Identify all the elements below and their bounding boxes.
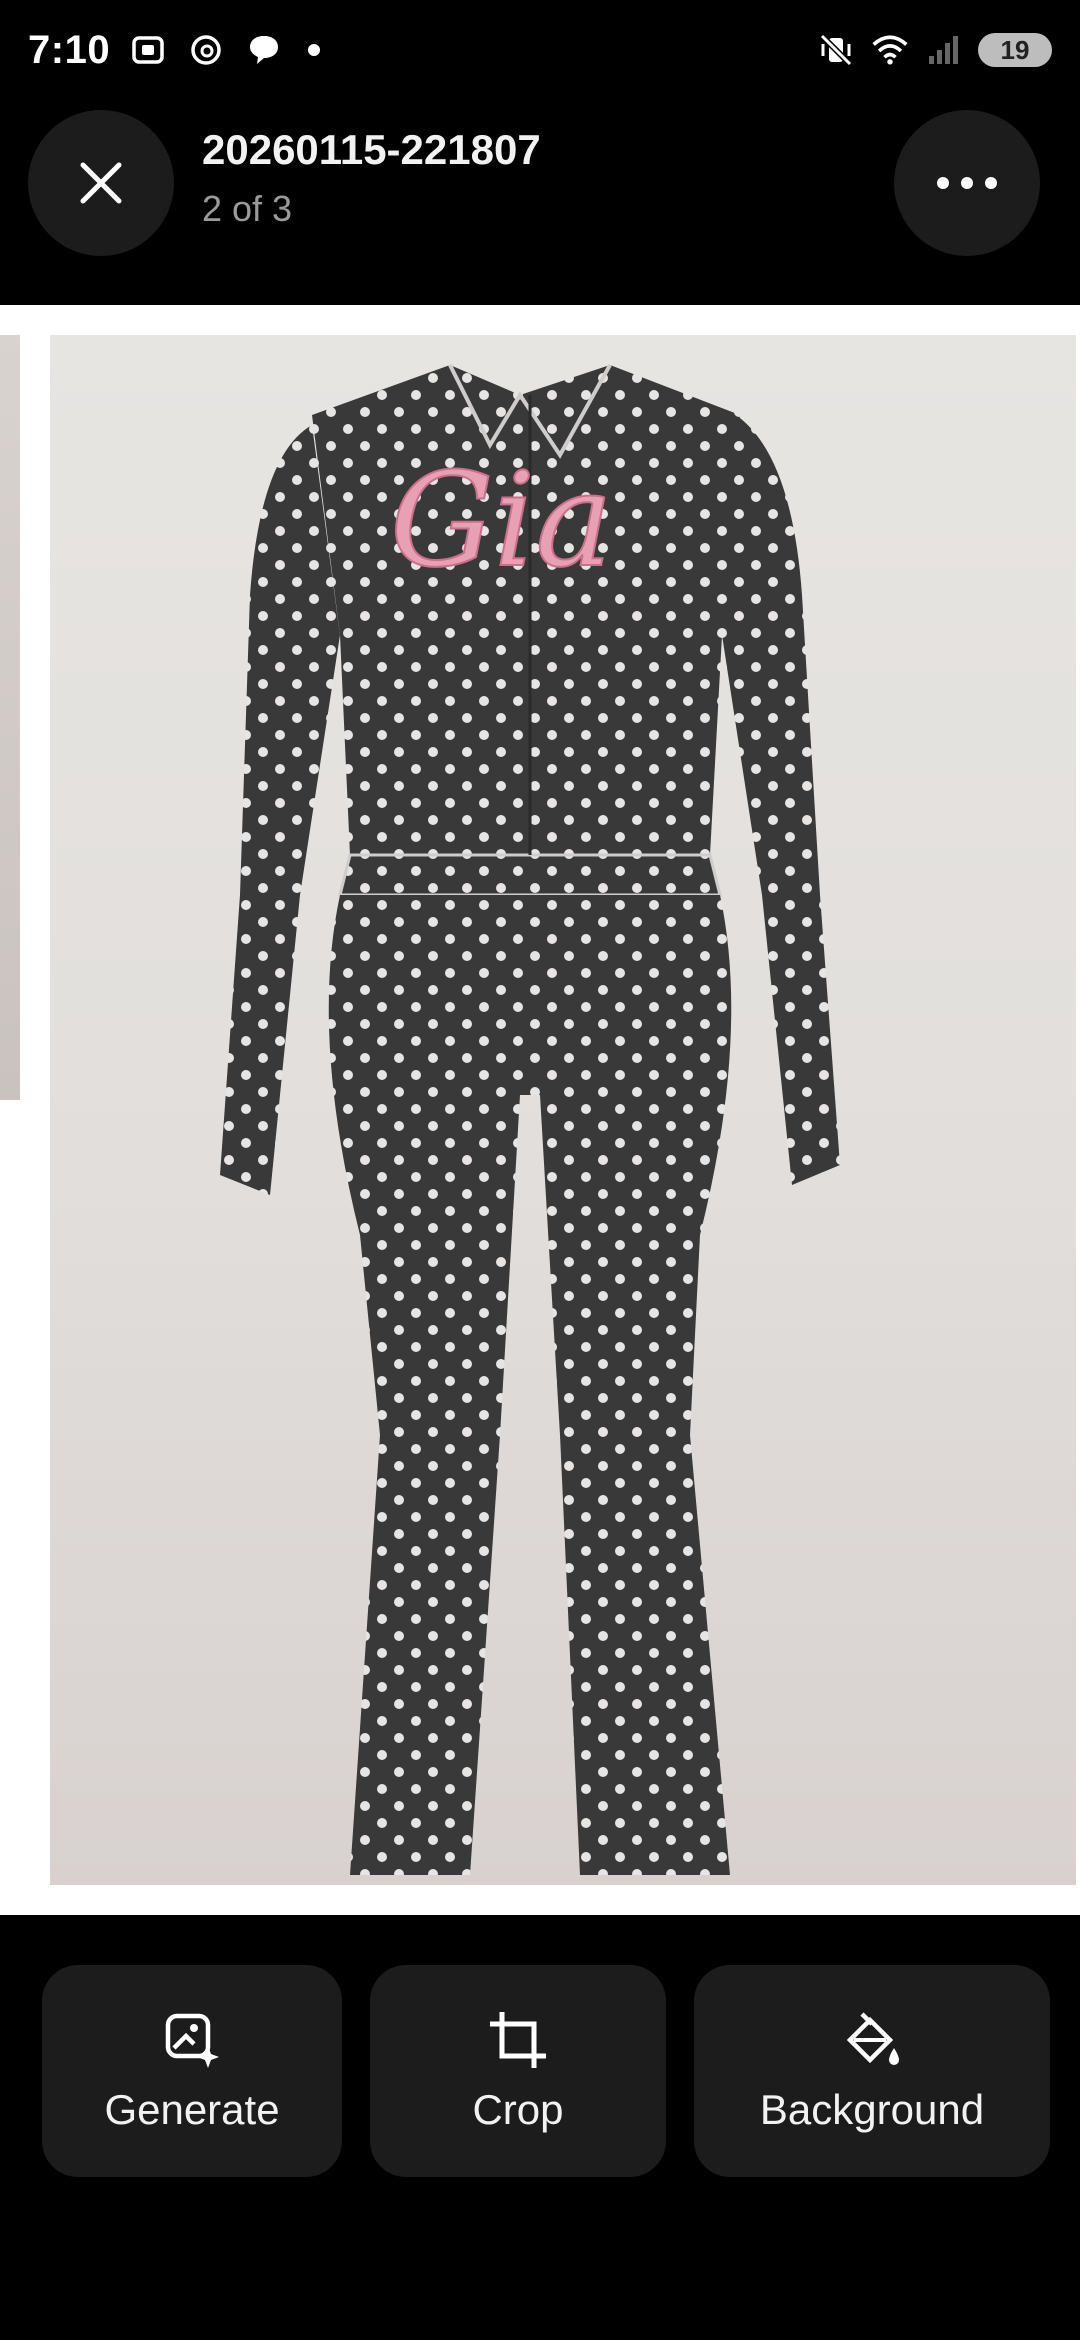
status-time: 7:10	[28, 27, 111, 72]
notification-dot-icon	[308, 44, 321, 56]
edit-toolbar: Generate Crop Background	[0, 1915, 1080, 2340]
crop-label: Crop	[472, 2086, 564, 2133]
image-viewer[interactable]: Gia	[0, 305, 1080, 1915]
more-options-button[interactable]	[894, 110, 1040, 256]
product-photo[interactable]: Gia	[50, 335, 1076, 1885]
wifi-icon	[870, 30, 910, 70]
embroidered-text: Gia	[390, 444, 613, 596]
vibrate-mute-icon	[816, 30, 856, 70]
generate-button[interactable]: Generate	[42, 1965, 342, 2177]
background-label: Background	[759, 2086, 985, 2133]
screenshot-icon	[128, 30, 168, 70]
status-bar: 7:10 19	[0, 0, 1080, 100]
close-icon	[80, 162, 122, 204]
generate-label: Generate	[104, 2086, 280, 2133]
generate-icon	[160, 2008, 224, 2072]
battery-icon: 19	[978, 33, 1052, 67]
outfit-illustration: Gia	[220, 364, 840, 1875]
title-block: 20260115-221807 2 of 3	[202, 126, 541, 230]
close-button[interactable]	[28, 110, 174, 256]
crop-icon	[486, 2008, 550, 2072]
previous-image-peek[interactable]	[0, 335, 20, 1100]
status-left: 7:10	[28, 27, 321, 73]
paint-bucket-icon	[840, 2008, 904, 2072]
crop-button[interactable]: Crop	[370, 1965, 666, 2177]
background-button[interactable]: Background	[694, 1965, 1050, 2177]
signal-icon	[924, 30, 964, 70]
chat-bubble-icon	[244, 30, 284, 70]
more-horizontal-icon	[937, 177, 997, 189]
status-right: 19	[816, 30, 1052, 70]
image-position: 2 of 3	[202, 188, 293, 229]
threads-icon	[186, 30, 226, 70]
viewer-header: 20260115-221807 2 of 3	[0, 100, 1080, 305]
image-title: 20260115-221807	[202, 126, 541, 173]
